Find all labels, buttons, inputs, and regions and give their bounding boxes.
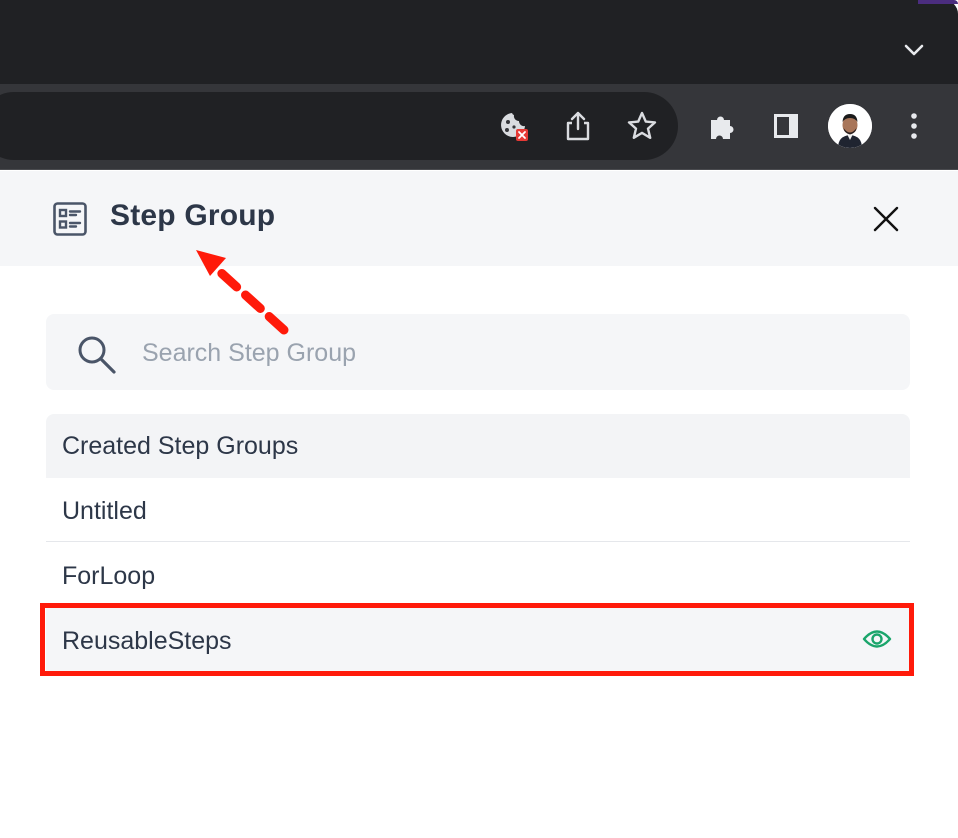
list-item[interactable]: Untitled (46, 478, 910, 542)
search-icon (78, 336, 116, 374)
browser-tab-bar (0, 0, 958, 84)
list-details-icon (53, 202, 87, 236)
list-section-header: Created Step Groups (46, 414, 910, 478)
avatar[interactable] (828, 104, 872, 148)
extensions-puzzle-icon (711, 116, 734, 139)
cookie-blocked-button[interactable] (494, 106, 534, 146)
eye-icon[interactable] (862, 626, 892, 652)
close-button[interactable] (866, 199, 906, 239)
list-header-label: Created Step Groups (62, 432, 299, 460)
share-icon (566, 111, 590, 141)
window-edge (918, 0, 958, 4)
more-vert-icon (911, 113, 917, 139)
panel-title: Step Group (110, 199, 276, 232)
bookmark-button[interactable] (622, 106, 662, 146)
list-item-label: ReusableSteps (62, 627, 232, 655)
list-item-label: Untitled (62, 497, 147, 525)
divider (46, 541, 910, 542)
chevron-down-icon (904, 44, 924, 56)
cookie-blocked-icon (501, 113, 528, 141)
browser-toolbar (0, 84, 958, 170)
bookmark-star-icon (627, 111, 657, 139)
side-panel-icon (774, 114, 798, 138)
search-input[interactable] (142, 330, 882, 376)
list-item-selected[interactable]: ReusableSteps (46, 608, 910, 672)
share-button[interactable] (558, 106, 598, 146)
list-item[interactable]: ForLoop (46, 543, 910, 607)
side-panel-button[interactable] (766, 106, 806, 146)
profile-photo-icon (828, 104, 872, 148)
panel-header: Step Group (0, 171, 958, 266)
close-icon (873, 206, 899, 232)
browser-menu-button[interactable] (894, 106, 934, 146)
extensions-button[interactable] (702, 106, 742, 146)
tab-search-button[interactable] (898, 36, 930, 64)
list-item-label: ForLoop (62, 562, 156, 590)
